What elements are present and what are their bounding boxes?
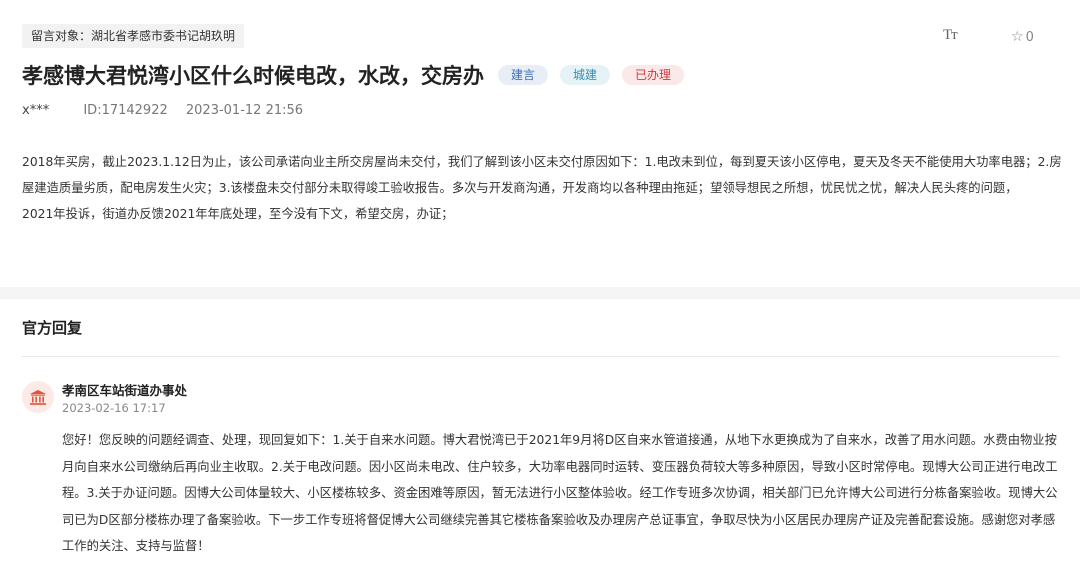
message-body: 2018年买房，截止2023.1.12日为止，该公司承诺向业主所交房屋尚未交付，… <box>22 149 1062 227</box>
favorite-button[interactable]: ☆ 0 <box>1011 29 1034 45</box>
post-datetime: 2023-01-12 21:56 <box>185 103 304 118</box>
reply-divider <box>22 356 1060 357</box>
title-row: 孝感博大君悦湾小区什么时候电改，水改，交房办 建言 城建 已办理 <box>22 59 685 91</box>
tag-construction-badge: 城建 <box>560 65 611 85</box>
official-reply-section: 官方回复 孝南区车站街道办事处 2023-02-16 17:17 您好！您反映的… <box>0 299 1080 578</box>
favorite-count: 0 <box>1025 30 1034 45</box>
page-title: 孝感博大君悦湾小区什么时候电改，水改，交房办 <box>22 64 484 88</box>
status-badge: 已办理 <box>622 65 685 85</box>
reply-datetime: 2023-02-16 17:17 <box>62 401 166 415</box>
reply-heading: 官方回复 <box>22 319 83 337</box>
message-section: 留言对象：湖北省孝感市委书记胡玖明 Tт ☆ 0 孝感博大君悦湾小区什么时候电改，… <box>0 0 1080 287</box>
tag-suggestion-badge: 建言 <box>498 65 549 85</box>
reply-department: 孝南区车站街道办事处 <box>62 383 188 398</box>
reply-body: 您好！您反映的问题经调查、处理，现回复如下：1.关于自来水问题。博大君悦湾已于2… <box>62 433 1058 553</box>
message-paragraph: 2021年投诉，街道办反馈2021年年底处理，至今没有下文，希望交房，办证； <box>22 207 454 221</box>
post-id: ID:17142922 <box>83 103 168 118</box>
government-building-icon <box>22 381 54 413</box>
post-meta: x*** ID:17142922 2023-01-12 21:56 <box>22 103 303 118</box>
star-icon: ☆ <box>1011 29 1024 45</box>
message-target-tag: 留言对象：湖北省孝感市委书记胡玖明 <box>22 24 245 48</box>
font-size-icon[interactable]: Tт <box>943 27 958 44</box>
author-name: x*** <box>22 103 50 118</box>
section-divider <box>0 287 1080 299</box>
message-paragraph: 2018年买房，截止2023.1.12日为止，该公司承诺向业主所交房屋尚未交付，… <box>22 155 1062 195</box>
